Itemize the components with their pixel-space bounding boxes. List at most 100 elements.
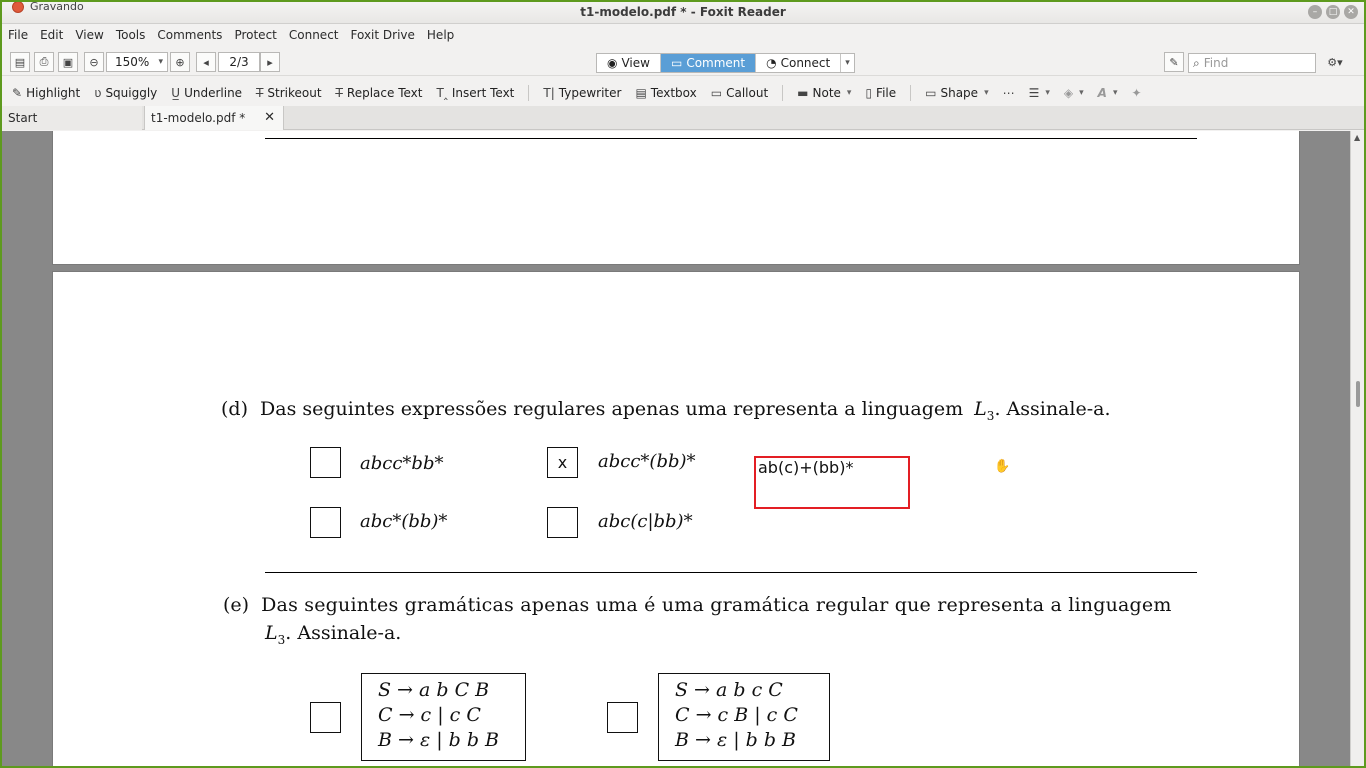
scroll-up-icon[interactable]: ▲	[1354, 133, 1360, 142]
hand-cursor-icon: ✋	[994, 459, 1011, 474]
zoom-in-icon[interactable]: ⊕	[170, 52, 190, 72]
shape-tool[interactable]: ▭ Shape ▾	[925, 86, 988, 100]
highlight-icon: ✎	[12, 86, 23, 100]
fill-color-tool[interactable]: ◈ ▾	[1064, 86, 1084, 100]
typewriter-label: Typewriter	[558, 86, 622, 100]
typewriter-icon: T|	[543, 86, 555, 100]
question-e-suffix: . Assinale-a.	[285, 622, 402, 644]
note-tool[interactable]: ▬ Note ▾	[797, 86, 851, 100]
maximize-icon[interactable]: □	[1326, 5, 1340, 19]
replace-text-tool[interactable]: T̶ Replace Text	[336, 86, 423, 100]
mode-view[interactable]: ◉ View	[597, 54, 661, 72]
line-weight-icon: ☰	[1028, 86, 1040, 100]
menu-connect[interactable]: Connect	[289, 28, 339, 42]
checkbox-grammar-2[interactable]	[607, 702, 638, 733]
minimize-icon[interactable]: –	[1308, 5, 1322, 19]
highlight-tool[interactable]: ✎ Highlight	[12, 86, 80, 100]
option-2-text: abcc*(bb)*	[598, 451, 696, 472]
pin-tool[interactable]: ✦	[1131, 86, 1141, 100]
document-viewport[interactable]: (d) Das seguintes expressões regulares a…	[2, 131, 1350, 766]
menu-view[interactable]: View	[75, 28, 103, 42]
squiggly-icon: ʋ	[94, 86, 102, 100]
menu-edit[interactable]: Edit	[40, 28, 63, 42]
chevron-down-icon: ▾	[1112, 88, 1118, 98]
strikeout-tool[interactable]: T̶ Strikeout	[256, 86, 322, 100]
mode-dropdown[interactable]: ▾	[841, 54, 854, 72]
checkbox-grammar-1[interactable]	[310, 702, 341, 733]
grammar-2-rule-1: S → a b c C	[675, 679, 783, 701]
menu-comments[interactable]: Comments	[157, 28, 222, 42]
zoom-out-icon[interactable]: ⊖	[84, 52, 104, 72]
sign-icon[interactable]: ✎	[1164, 52, 1184, 72]
language-symbol: L	[265, 622, 278, 644]
close-icon[interactable]: ✕	[1344, 5, 1358, 19]
question-d-label: (d)	[221, 398, 248, 420]
toolbar-divider	[910, 85, 912, 101]
callout-icon: ▭	[710, 86, 723, 100]
prev-page-icon[interactable]: ◂	[196, 52, 216, 72]
textbox-annotation[interactable]: ab(c)+(bb)*	[754, 456, 910, 509]
more-tools[interactable]: ⋯	[1003, 86, 1015, 100]
checkbox-option-3[interactable]	[310, 507, 341, 538]
grammar-box-2: S → a b c C C → c B | c C B → ε | b b B	[658, 673, 830, 761]
typewriter-tool[interactable]: T| Typewriter	[543, 86, 621, 100]
squiggly-tool[interactable]: ʋ Squiggly	[94, 86, 157, 100]
question-divider	[265, 572, 1197, 573]
settings-icon[interactable]: ⚙▾	[1320, 52, 1350, 72]
menu-protect[interactable]: Protect	[234, 28, 276, 42]
option-3-text: abc*(bb)*	[360, 511, 448, 532]
line-weight-tool[interactable]: ☰ ▾	[1029, 86, 1050, 100]
save-icon[interactable]: ▣	[58, 52, 78, 72]
rectangle-icon: ▭	[925, 86, 937, 100]
pdf-page-current: (d) Das seguintes expressões regulares a…	[52, 271, 1300, 766]
pin-icon: ✦	[1131, 86, 1142, 100]
checkbox-option-2[interactable]: x	[547, 447, 578, 478]
tab-start[interactable]: Start	[2, 106, 142, 130]
close-icon[interactable]: ✕	[264, 106, 275, 130]
textbox-label: Textbox	[650, 86, 697, 100]
question-e-label: (e)	[223, 594, 250, 616]
window-title: t1-modelo.pdf * - Foxit Reader	[580, 5, 786, 19]
font-tool[interactable]: A ▾	[1098, 86, 1118, 100]
menu-file[interactable]: File	[8, 28, 28, 42]
zoom-select[interactable]: 150% ▾	[106, 52, 168, 72]
toolbar-divider	[528, 85, 530, 101]
vertical-scrollbar[interactable]: ▲	[1350, 131, 1364, 766]
note-icon: ▬	[797, 86, 809, 100]
menu-foxit-drive[interactable]: Foxit Drive	[351, 28, 415, 42]
tab-document-label: t1-modelo.pdf *	[151, 111, 246, 125]
mode-view-label: View	[621, 56, 650, 70]
tab-document[interactable]: t1-modelo.pdf * ✕	[144, 106, 284, 130]
page-number-input[interactable]: 2/3	[218, 52, 260, 72]
checkbox-option-1[interactable]	[310, 447, 341, 478]
sidebar-toggle-icon[interactable]: ▤	[10, 52, 30, 72]
question-e: (e) Das seguintes gramáticas apenas uma …	[223, 594, 1172, 616]
mode-connect[interactable]: ◔ Connect	[756, 54, 842, 72]
print-icon[interactable]: ⎙	[34, 52, 54, 72]
toolbar-divider	[782, 85, 784, 101]
eye-icon: ◉	[607, 56, 618, 70]
insert-text-tool[interactable]: T‸ Insert Text	[436, 86, 514, 100]
menu-tools[interactable]: Tools	[116, 28, 146, 42]
comment-icon: ▭	[670, 56, 683, 70]
scrollbar-thumb[interactable]	[1356, 381, 1360, 407]
callout-tool[interactable]: ▭ Callout	[711, 86, 768, 100]
file-tool[interactable]: ▯ File	[865, 86, 896, 100]
shape-label: Shape	[940, 86, 979, 100]
find-input[interactable]: ⌕ Find	[1188, 53, 1316, 73]
rule-line	[265, 138, 1197, 139]
grammar-2-rule-3: B → ε | b b B	[675, 729, 797, 751]
grammar-box-1: S → a b C B C → c | c C B → ε | b b B	[361, 673, 526, 761]
underline-tool[interactable]: U̲ Underline	[171, 86, 242, 100]
mode-comment[interactable]: ▭ Comment	[660, 54, 757, 72]
main-toolbar: ▤ ⎙ ▣ ⊖ 150% ▾ ⊕ ◂ 2/3 ▸ ◉ View ▭ Commen…	[2, 48, 1364, 76]
checkbox-option-4[interactable]	[547, 507, 578, 538]
mode-switcher: ◉ View ▭ Comment ◔ Connect ▾	[596, 53, 855, 73]
connect-icon: ◔	[766, 56, 777, 70]
pdf-page-previous	[52, 131, 1300, 265]
option-1-text: abcc*bb*	[360, 453, 444, 474]
textbox-tool[interactable]: ▤ Textbox	[635, 86, 696, 100]
next-page-icon[interactable]: ▸	[260, 52, 280, 72]
replace-text-label: Replace Text	[346, 86, 423, 100]
menu-help[interactable]: Help	[427, 28, 454, 42]
